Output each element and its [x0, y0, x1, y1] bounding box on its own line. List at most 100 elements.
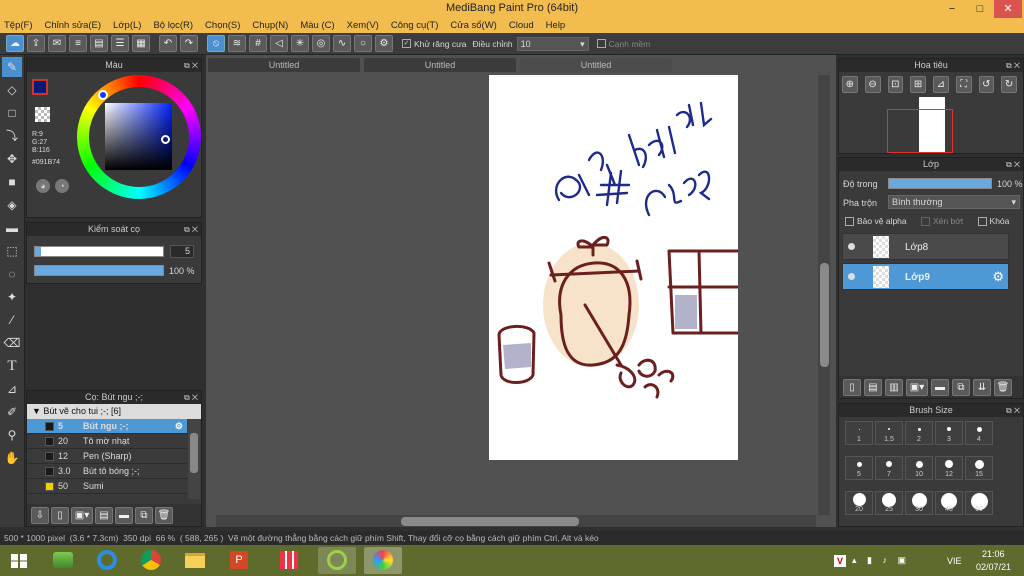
app-grid-icon[interactable] — [270, 547, 308, 574]
gear-icon[interactable]: ⚙ — [992, 269, 1004, 285]
add-brush-icon[interactable]: ▣▾ — [71, 506, 93, 524]
clipping-checkbox[interactable] — [921, 217, 930, 227]
brush-tool-icon[interactable]: ✎ — [2, 57, 22, 77]
layer-item[interactable]: Lớp8 — [842, 233, 1009, 260]
panel-close-icon[interactable]: ⧉ ✕ — [184, 391, 198, 404]
parallel-snap-icon[interactable]: ≋ — [228, 35, 246, 52]
protect-alpha-checkbox[interactable] — [845, 217, 854, 227]
select-pen-tool-icon[interactable]: ⁄ — [2, 310, 22, 330]
bluestacks-icon[interactable] — [44, 547, 82, 574]
brush-size-cell[interactable]: 15 — [965, 456, 993, 480]
internet-explorer-icon[interactable] — [88, 547, 126, 574]
eraser-tool-icon[interactable]: ◇ — [2, 80, 22, 100]
menu-tools[interactable]: Công cụ(T) — [391, 20, 439, 31]
chrome-icon[interactable] — [132, 547, 170, 574]
edit-brush-icon[interactable]: ▤ — [95, 506, 113, 524]
brush-list-item[interactable]: 20 Pixel — [27, 494, 187, 495]
brush-size-cell[interactable]: 3 — [935, 421, 963, 445]
brush-size-value[interactable]: 5 — [170, 245, 194, 258]
download-brush-icon[interactable]: ⇩ — [31, 506, 49, 524]
dot-tool-icon[interactable]: □ — [2, 103, 22, 123]
tab-document-2[interactable]: Untitled — [364, 58, 516, 72]
duplicate-layer-icon[interactable]: ⧉ — [952, 378, 970, 396]
brush-size-cell[interactable]: 10 — [905, 456, 933, 480]
merge-layer-icon[interactable]: ⇊ — [973, 378, 991, 396]
gradient-tool-icon[interactable]: ▬ — [2, 218, 22, 238]
new-layer-icon[interactable]: ▯ — [843, 378, 861, 396]
minimize-button[interactable]: − — [938, 0, 966, 18]
brush-size-cell[interactable]: 12 — [935, 456, 963, 480]
powerpoint-icon[interactable]: P — [220, 547, 258, 574]
vertical-scrollbar[interactable] — [818, 75, 830, 515]
brush-size-cell[interactable]: 2 — [905, 421, 933, 445]
new-1bit-layer-icon[interactable]: ▥ — [885, 378, 903, 396]
menu-cloud[interactable]: Cloud — [509, 20, 534, 31]
brush-list-item[interactable]: 5 Bút ngu ;-; ⚙ — [27, 419, 187, 434]
lasso-tool-icon[interactable]: ◌ — [2, 264, 22, 284]
zoom-in-icon[interactable]: ⊕ — [842, 76, 858, 93]
maximize-button[interactable]: □ — [966, 0, 994, 18]
brush-list-item[interactable]: 12 Pen (Sharp) — [27, 449, 187, 464]
chat-icon[interactable]: ≡ — [69, 35, 87, 52]
palette-picker-icon[interactable]: ◔ — [55, 179, 69, 193]
brush-size-cell[interactable]: 4 — [965, 421, 993, 445]
rotate-left-icon[interactable]: ↺ — [978, 76, 995, 93]
magic-wand-tool-icon[interactable]: ✦ — [2, 287, 22, 307]
redo-icon[interactable]: ↷ — [180, 35, 198, 52]
snap-off-icon[interactable]: ⦸ — [207, 35, 225, 52]
close-button[interactable]: ✕ — [994, 0, 1022, 18]
add-layer-icon[interactable]: ▣▾ — [906, 378, 928, 396]
lock-checkbox[interactable] — [977, 217, 987, 227]
folder-icon[interactable]: ▬ — [115, 506, 133, 524]
tab-document-3[interactable]: Untitled — [520, 58, 672, 72]
cloud-icon[interactable]: ☁ — [6, 35, 24, 52]
panel-close-icon[interactable]: ⧉ ✕ — [1006, 59, 1020, 72]
curve-snap-icon[interactable]: ∿ — [333, 35, 351, 52]
brush-size-cell[interactable]: 40 — [935, 491, 963, 515]
hand-tool-icon[interactable]: ✋ — [2, 448, 22, 468]
brush-size-cell[interactable]: 20 — [845, 491, 873, 515]
menu-view[interactable]: Xem(V) — [347, 20, 379, 31]
concentric-snap-icon[interactable]: ◎ — [312, 35, 330, 52]
brush-size-cell[interactable]: 30 — [905, 491, 933, 515]
drawing-canvas[interactable] — [489, 75, 740, 460]
eyedropper-tool-icon[interactable]: ⚲ — [2, 425, 22, 445]
medibang-paint-active-icon[interactable] — [364, 547, 402, 574]
brush-list-item[interactable]: 20 Tô mờ nhạt — [27, 434, 187, 449]
text-tool-icon[interactable]: T — [2, 356, 22, 376]
upload-icon[interactable]: ⇪ — [27, 35, 45, 52]
comment-icon[interactable]: ✉ — [48, 35, 66, 52]
layer-item-active[interactable]: Lớp9 ⚙ — [842, 263, 1009, 290]
clock-time[interactable]: 21:06 — [982, 549, 1005, 559]
file-explorer-icon[interactable] — [176, 547, 214, 574]
brush-size-cell[interactable]: 1.5 — [875, 421, 903, 445]
settings-icon[interactable]: ⚙ — [375, 35, 393, 52]
list-icon[interactable]: ☰ — [111, 35, 129, 52]
palette-icon[interactable]: ◕ — [36, 179, 50, 193]
antialias-checkbox[interactable]: ✓ — [402, 39, 411, 48]
menu-help[interactable]: Help — [546, 20, 566, 31]
grid-snap-icon[interactable]: # — [249, 35, 267, 52]
gear-icon[interactable]: ⚙ — [175, 419, 183, 434]
brush-size-cell[interactable]: 50 — [965, 491, 993, 515]
select-tool-icon[interactable]: ⬚ — [2, 241, 22, 261]
move-tool-icon[interactable]: ✥ — [2, 149, 22, 169]
brush-list-scrollbar[interactable] — [188, 419, 200, 499]
fit-icon[interactable]: ⊡ — [887, 76, 904, 93]
primary-color-swatch[interactable] — [32, 79, 48, 95]
flip-icon[interactable]: ⊿ — [933, 76, 949, 93]
vietkey-icon[interactable]: V — [834, 555, 846, 567]
brush-opacity-slider[interactable] — [34, 265, 164, 276]
eye-icon[interactable] — [848, 273, 855, 280]
menu-edit[interactable]: Chỉnh sửa(E) — [45, 20, 102, 31]
new-brush-icon[interactable]: ▯ — [51, 506, 69, 524]
document-icon[interactable]: ▤ — [90, 35, 108, 52]
brush-list-item[interactable]: 50 Sumi — [27, 479, 187, 494]
windows-start-icon[interactable] — [2, 547, 36, 574]
fullscreen-icon[interactable]: ⛶ — [955, 76, 972, 93]
panel-close-icon[interactable]: ⧉ ✕ — [1006, 404, 1020, 417]
radial-snap-icon[interactable]: ✳ — [291, 35, 309, 52]
soft-edge-checkbox[interactable] — [596, 39, 606, 48]
duplicate-brush-icon[interactable]: ⧉ — [135, 506, 153, 524]
zoom-out-icon[interactable]: ⊖ — [864, 76, 881, 93]
